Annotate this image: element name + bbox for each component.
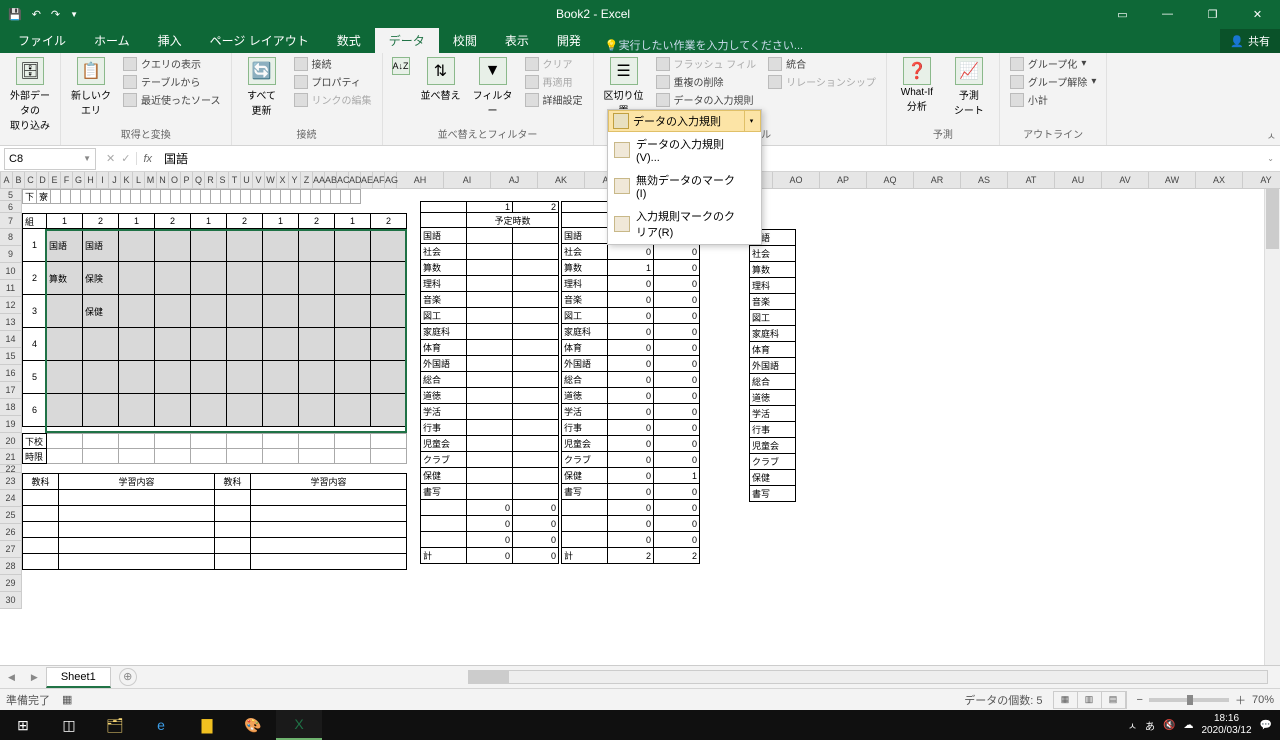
tab-home[interactable]: ホーム bbox=[80, 28, 144, 53]
properties-button[interactable]: プロパティ bbox=[290, 73, 376, 90]
from-table-button[interactable]: テーブルから bbox=[119, 73, 225, 90]
dropdown-item-validation[interactable]: データの入力規則(V)... bbox=[608, 132, 761, 168]
tab-file[interactable]: ファイル bbox=[4, 28, 80, 53]
tray-notifications-icon[interactable]: 💬 bbox=[1260, 720, 1272, 731]
ribbon-options-button[interactable]: ▭ bbox=[1100, 0, 1145, 28]
collapse-ribbon-button[interactable]: ㅅ bbox=[1267, 128, 1276, 143]
new-sheet-button[interactable]: ⊕ bbox=[119, 668, 137, 686]
status-bar: 準備完了 ▦ データの個数: 5 ▦ ▥ ▤ − ＋ 70% bbox=[0, 688, 1280, 710]
relationships-button[interactable]: リレーションシップ bbox=[764, 73, 880, 90]
tray-onedrive-icon[interactable]: ☁ bbox=[1183, 720, 1193, 731]
tab-insert[interactable]: 挿入 bbox=[144, 28, 196, 53]
refresh-all-button[interactable]: 🔄すべて 更新 bbox=[238, 55, 286, 119]
title-bar: 💾 ↶ ↷ ▼ Book2 - Excel ▭ — ❐ ✕ bbox=[0, 0, 1280, 28]
save-button[interactable]: 💾 bbox=[8, 8, 22, 21]
file-explorer-icon[interactable]: 🗂 bbox=[92, 710, 138, 740]
start-button[interactable]: ⊞ bbox=[0, 710, 46, 740]
whatif-button[interactable]: ❓What-If 分析 bbox=[893, 55, 941, 115]
sheet-nav-prev[interactable]: ◀ bbox=[0, 672, 23, 683]
dropdown-item-mark-invalid[interactable]: 無効データのマーク(I) bbox=[608, 168, 761, 204]
recent-sources-button[interactable]: 最近使ったソース bbox=[119, 91, 225, 108]
zoom-slider[interactable] bbox=[1149, 698, 1229, 702]
new-query-button[interactable]: 📋新しいク エリ bbox=[67, 55, 115, 119]
clear-filter-button[interactable]: クリア bbox=[521, 55, 587, 72]
enter-formula-icon[interactable]: ✓ bbox=[121, 152, 130, 165]
name-box[interactable]: C8▼ bbox=[4, 148, 96, 170]
tab-data[interactable]: データ bbox=[375, 28, 439, 53]
status-count: データの個数: 5 bbox=[964, 692, 1042, 708]
group-label bbox=[6, 141, 54, 143]
tab-review[interactable]: 校閲 bbox=[439, 28, 491, 53]
zoom-out-button[interactable]: − bbox=[1137, 694, 1143, 706]
view-pagebreak-button[interactable]: ▤ bbox=[1102, 692, 1126, 708]
status-ready: 準備完了 bbox=[6, 692, 50, 708]
dropdown-arrow-icon[interactable]: ▾ bbox=[744, 111, 758, 131]
reapply-button[interactable]: 再適用 bbox=[521, 73, 587, 90]
windows-taskbar: ⊞ ◫ 🗂 e ▇ 🎨 X ㅅ あ 🔇 ☁ 18:162020/03/12 💬 bbox=[0, 710, 1280, 740]
sheet-tab-bar: ◀ ▶ Sheet1 ⊕ bbox=[0, 665, 1280, 688]
sheet-tab[interactable]: Sheet1 bbox=[46, 667, 111, 688]
sort-button[interactable]: ⇅並べ替え bbox=[417, 55, 465, 104]
share-button[interactable]: 👤 共有 bbox=[1220, 29, 1280, 53]
cancel-formula-icon[interactable]: ✕ bbox=[106, 152, 115, 165]
dropdown-header[interactable]: データの入力規則 ▾ bbox=[608, 110, 761, 132]
qat-dropdown[interactable]: ▼ bbox=[70, 10, 78, 19]
window-title: Book2 - Excel bbox=[86, 7, 1100, 21]
sort-az-button[interactable]: A↓Z bbox=[389, 55, 413, 77]
undo-button[interactable]: ↶ bbox=[32, 8, 41, 21]
flash-fill-button[interactable]: フラッシュ フィル bbox=[652, 55, 761, 72]
maximize-button[interactable]: ❐ bbox=[1190, 0, 1235, 28]
tray-volume-icon[interactable]: 🔇 bbox=[1163, 720, 1175, 731]
fx-icon[interactable]: fx bbox=[137, 153, 158, 165]
data-validation-button[interactable]: データの入力規則 bbox=[652, 91, 761, 108]
spreadsheet-grid[interactable]: ABCDEFGHIJKLMNOPQRSTUVWXYZAAABACADAEAFAG… bbox=[0, 172, 1280, 665]
horizontal-scrollbar[interactable] bbox=[468, 670, 1268, 684]
sticky-notes-icon[interactable]: ▇ bbox=[184, 710, 230, 740]
ribbon: 🗄外部データの 取り込み 📋新しいク エリ クエリの表示 テーブルから 最近使っ… bbox=[0, 53, 1280, 146]
group-label: 並べ替えとフィルター bbox=[389, 126, 587, 143]
ungroup-button[interactable]: グループ解除 ▾ bbox=[1006, 73, 1100, 90]
tab-pagelayout[interactable]: ページ レイアウト bbox=[196, 28, 323, 53]
show-queries-button[interactable]: クエリの表示 bbox=[119, 55, 225, 72]
sheet-nav-next[interactable]: ▶ bbox=[23, 672, 46, 683]
expand-formula-icon[interactable]: ⌄ bbox=[1261, 154, 1280, 163]
close-button[interactable]: ✕ bbox=[1235, 0, 1280, 28]
tab-formulas[interactable]: 数式 bbox=[323, 28, 375, 53]
macro-record-icon[interactable]: ▦ bbox=[62, 693, 72, 706]
group-button[interactable]: グループ化 ▾ bbox=[1006, 55, 1100, 72]
ie-icon[interactable]: e bbox=[138, 710, 184, 740]
forecast-sheet-button[interactable]: 📈予測 シート bbox=[945, 55, 993, 119]
paint-icon[interactable]: 🎨 bbox=[230, 710, 276, 740]
advanced-filter-button[interactable]: 詳細設定 bbox=[521, 91, 587, 108]
subtotal-button[interactable]: 小計 bbox=[1006, 91, 1100, 108]
view-pagelayout-button[interactable]: ▥ bbox=[1078, 692, 1102, 708]
redo-button[interactable]: ↷ bbox=[51, 8, 60, 21]
tell-me-search[interactable]: 💡 実行したい作業を入力してください... bbox=[595, 37, 813, 53]
group-label: 接続 bbox=[238, 126, 376, 143]
group-label: 予測 bbox=[893, 126, 993, 143]
connections-button[interactable]: 接続 bbox=[290, 55, 376, 72]
vertical-scrollbar[interactable] bbox=[1264, 189, 1280, 665]
group-label: アウトライン bbox=[1006, 126, 1100, 143]
tab-view[interactable]: 表示 bbox=[491, 28, 543, 53]
tray-clock[interactable]: 18:162020/03/12 bbox=[1201, 713, 1251, 737]
edit-links-button[interactable]: リンクの編集 bbox=[290, 91, 376, 108]
group-label: 取得と変換 bbox=[67, 126, 225, 143]
row-headers[interactable]: 5678910111213141516171819202122232425262… bbox=[0, 189, 22, 609]
consolidate-button[interactable]: 統合 bbox=[764, 55, 880, 72]
zoom-level[interactable]: 70% bbox=[1252, 694, 1274, 706]
task-view-button[interactable]: ◫ bbox=[46, 710, 92, 740]
ribbon-tabs: ファイル ホーム 挿入 ページ レイアウト 数式 データ 校閲 表示 開発 💡 … bbox=[0, 28, 1280, 53]
tab-developer[interactable]: 開発 bbox=[543, 28, 595, 53]
minimize-button[interactable]: — bbox=[1145, 0, 1190, 28]
filter-button[interactable]: ▼フィルター bbox=[469, 55, 517, 119]
excel-taskbar-icon[interactable]: X bbox=[276, 710, 322, 740]
zoom-in-button[interactable]: ＋ bbox=[1235, 692, 1246, 708]
data-validation-dropdown: データの入力規則 ▾ データの入力規則(V)... 無効データのマーク(I) 入… bbox=[607, 109, 762, 245]
dropdown-item-clear-marks[interactable]: 入力規則マークのクリア(R) bbox=[608, 204, 761, 244]
external-data-button[interactable]: 🗄外部データの 取り込み bbox=[6, 55, 54, 134]
view-normal-button[interactable]: ▦ bbox=[1054, 692, 1078, 708]
remove-duplicates-button[interactable]: 重複の削除 bbox=[652, 73, 761, 90]
